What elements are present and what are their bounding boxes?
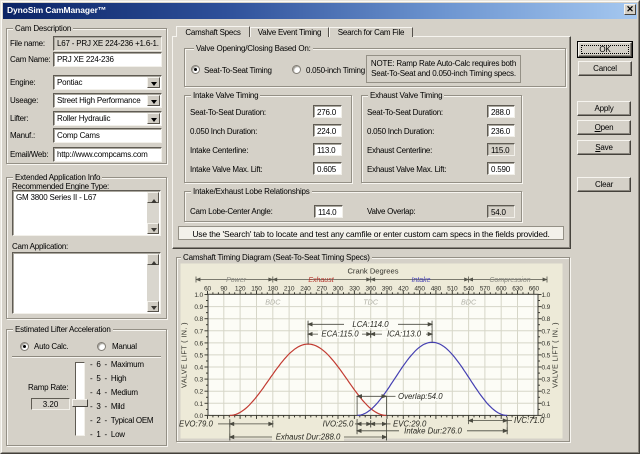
svg-text:0.1: 0.1 [542, 401, 551, 408]
svg-text:0.8: 0.8 [542, 316, 551, 323]
svg-text:0.2: 0.2 [194, 389, 203, 396]
svg-text:0.7: 0.7 [542, 328, 551, 335]
svg-text:150: 150 [251, 286, 262, 293]
svg-text:480: 480 [431, 286, 442, 293]
svg-text:300: 300 [333, 286, 344, 293]
svg-text:510: 510 [447, 286, 458, 293]
svg-text:540: 540 [463, 286, 474, 293]
svg-text:120: 120 [235, 286, 246, 293]
svg-text:0.8: 0.8 [194, 316, 203, 323]
svg-text:TDC: TDC [363, 298, 379, 307]
svg-text:ICA:113.0: ICA:113.0 [387, 330, 422, 339]
svg-text:1.0: 1.0 [194, 292, 203, 299]
svg-text:240: 240 [300, 286, 311, 293]
svg-text:0.1: 0.1 [194, 401, 203, 408]
svg-text:0.4: 0.4 [194, 365, 203, 372]
svg-text:600: 600 [496, 286, 507, 293]
svg-text:0.2: 0.2 [542, 389, 551, 396]
svg-text:1.0: 1.0 [542, 292, 551, 299]
svg-text:660: 660 [529, 286, 540, 293]
svg-text:IVC:71.0: IVC:71.0 [514, 416, 545, 425]
svg-text:ECA:115.0: ECA:115.0 [321, 330, 359, 339]
svg-text:VALVE LIFT ( IN. ): VALVE LIFT ( IN. ) [551, 322, 560, 388]
svg-text:BDC: BDC [461, 298, 477, 307]
svg-text:Exhaust: Exhaust [308, 277, 334, 284]
svg-text:Crank Degrees: Crank Degrees [347, 267, 398, 276]
svg-text:0.9: 0.9 [194, 304, 203, 311]
svg-text:BDC: BDC [265, 298, 281, 307]
svg-text:180: 180 [268, 286, 279, 293]
svg-text:0.6: 0.6 [542, 340, 551, 347]
svg-text:90: 90 [220, 286, 227, 293]
svg-text:Exhaust Dur:288.0: Exhaust Dur:288.0 [276, 433, 341, 442]
svg-text:0.3: 0.3 [194, 377, 203, 384]
svg-text:630: 630 [512, 286, 523, 293]
svg-text:IVO:25.0: IVO:25.0 [323, 420, 354, 429]
svg-text:EVO:79.0: EVO:79.0 [179, 420, 213, 429]
svg-text:0.9: 0.9 [542, 304, 551, 311]
svg-text:VALVE LIFT ( IN. ): VALVE LIFT ( IN. ) [180, 322, 189, 388]
svg-text:420: 420 [398, 286, 409, 293]
svg-text:0.6: 0.6 [194, 340, 203, 347]
svg-text:0.7: 0.7 [194, 328, 203, 335]
svg-text:Intake: Intake [411, 277, 430, 284]
svg-text:0.5: 0.5 [542, 352, 551, 359]
svg-text:Intake Dur:276.0: Intake Dur:276.0 [404, 426, 462, 435]
svg-text:Compression: Compression [489, 277, 530, 284]
svg-text:Power: Power [226, 277, 247, 284]
svg-text:450: 450 [414, 286, 425, 293]
svg-text:0.5: 0.5 [194, 352, 203, 359]
svg-text:60: 60 [204, 286, 211, 293]
svg-text:360: 360 [365, 286, 376, 293]
svg-text:Overlap:54.0: Overlap:54.0 [398, 392, 443, 401]
svg-text:LCA:114.0: LCA:114.0 [352, 320, 389, 329]
svg-text:390: 390 [382, 286, 393, 293]
svg-text:270: 270 [316, 286, 327, 293]
svg-text:0.4: 0.4 [542, 365, 551, 372]
svg-text:330: 330 [349, 286, 360, 293]
svg-text:0.3: 0.3 [542, 377, 551, 384]
svg-text:210: 210 [284, 286, 295, 293]
svg-text:570: 570 [480, 286, 491, 293]
